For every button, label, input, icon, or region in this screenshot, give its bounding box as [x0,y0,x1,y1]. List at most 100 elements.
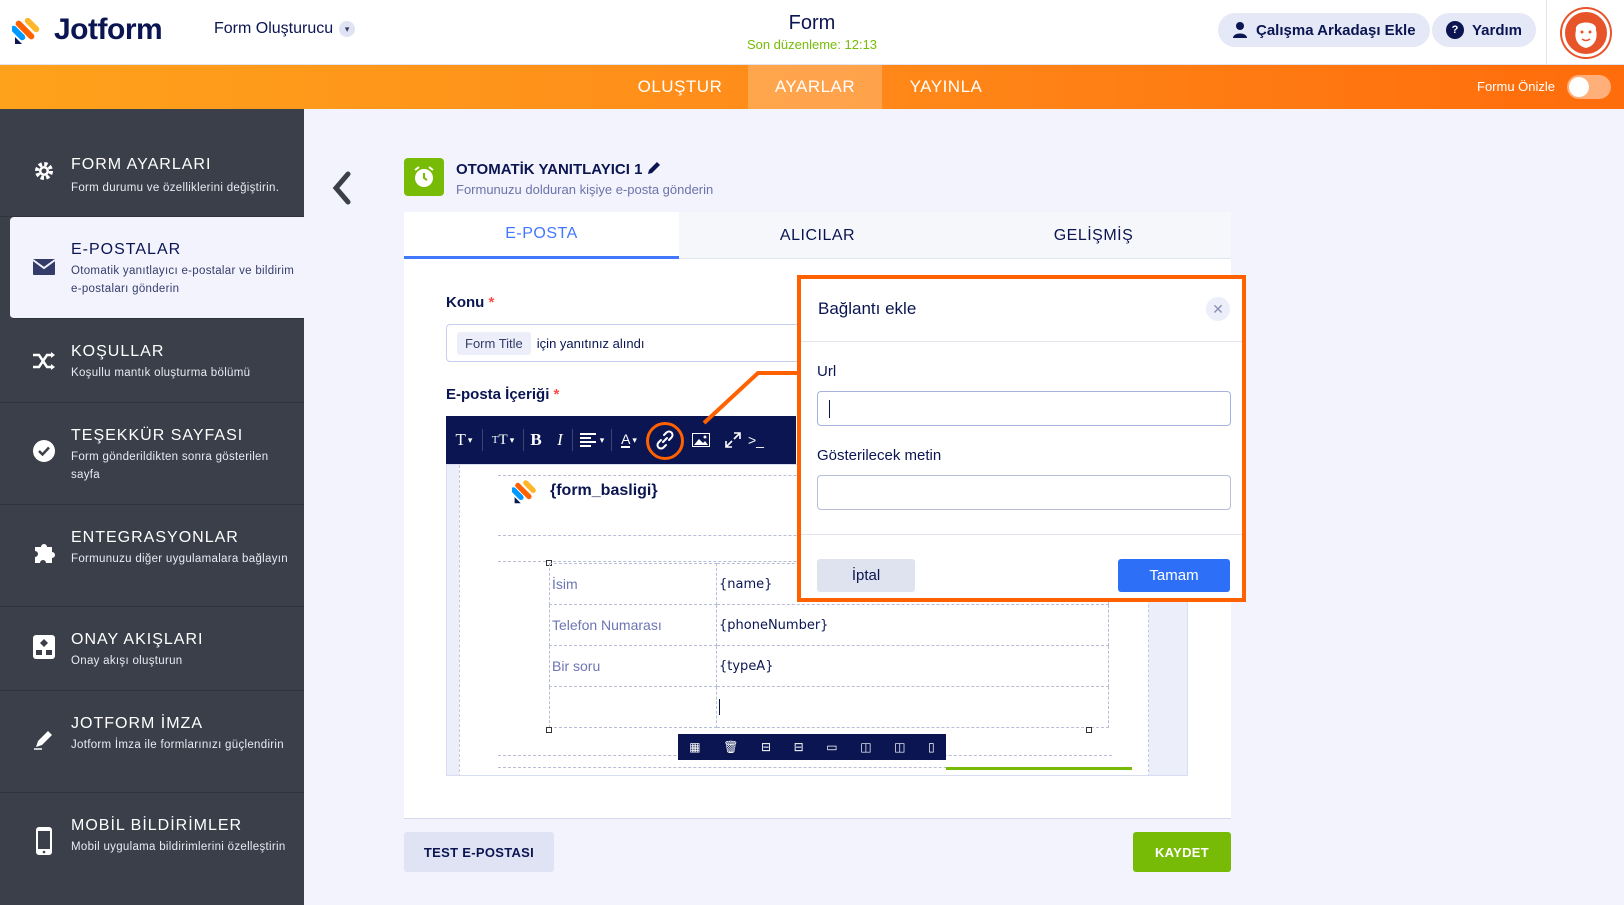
field-value: {typeA} [716,645,1109,687]
required-mark: * [488,294,495,311]
nav-tab-create[interactable]: OLUŞTUR [622,65,738,109]
jotform-logo-icon [12,17,40,44]
sidebar-item-emails[interactable]: E-POSTALAR Otomatik yanıtlayıcı e-postal… [10,217,304,319]
gear-icon [30,157,58,185]
sidebar-item-title: ONAY AKIŞLARI [71,631,204,648]
cancel-button[interactable]: İptal [817,559,915,592]
resize-handle[interactable] [1086,727,1092,733]
sidebar-item-desc: Koşullu mantık oluşturma bölümü [71,367,251,379]
divider [404,818,1231,819]
subject-label: Konu * [446,294,494,311]
bold-icon[interactable]: B [524,416,548,464]
sidebar-item-desc: Form durumu ve özelliklerini değiştirin. [71,182,280,194]
rule-title[interactable]: OTOMATİK YANITLAYICI 1 [456,161,661,178]
trash-icon[interactable]: 🗑 [723,740,738,754]
insert-row-above-icon[interactable]: ⊟ [761,740,771,754]
puzzle-icon [30,539,58,567]
top-bar: Jotform Form Oluşturucu ▾ Form Son düzen… [0,0,1624,65]
source-code-icon[interactable]: >_ [748,416,770,464]
tab-advanced[interactable]: GELİŞMİŞ [956,212,1231,259]
dialog-title: Bağlantı ekle [818,299,917,318]
envelope-icon [30,253,58,281]
sidebar-item-title: KOŞULLAR [71,343,165,360]
help-button[interactable]: ? Yardım [1432,13,1537,47]
editor-toolbar: T ▾ T T ▾ B I ▾ A ▾ >_ [446,416,796,464]
jotform-logo[interactable]: Jotform [12,13,163,47]
display-text-label: Gösterilecek metin [817,447,942,464]
delete-row-icon[interactable]: ▭ [826,740,837,754]
rule-subtitle: Formunuzu dolduran kişiye e-posta gönder… [456,182,714,197]
test-email-button[interactable]: TEST E-POSTASI [404,832,554,872]
ok-button[interactable]: Tamam [1118,559,1230,592]
form-title-tag[interactable]: Form Title [457,331,531,355]
url-label: Url [817,363,837,380]
resize-handle[interactable] [546,727,552,733]
sidebar-item-approval-flows[interactable]: ONAY AKIŞLARI Onay akışı oluşturun [0,607,304,691]
sidebar-item-title: TEŞEKKÜR SAYFASI [71,427,244,444]
settings-sidebar: FORM AYARLARI Form durumu ve özellikleri… [0,109,304,905]
sidebar-item-mobile-notifications[interactable]: MOBİL BİLDİRİMLER Mobil uygulama bildiri… [0,793,304,905]
preview-toggle[interactable] [1567,75,1611,99]
link-highlight-ring [646,422,684,460]
subject-text: için yanıtınız alındı [536,335,645,351]
insert-column-left-icon[interactable]: ◫ [860,740,871,754]
avatar[interactable] [1561,8,1610,57]
invite-collaborator-button[interactable]: Çalışma Arkadaşı Ekle [1218,13,1430,47]
insert-column-right-icon[interactable]: ◫ [894,740,905,754]
check-circle-icon [30,437,58,465]
subject-input[interactable]: Form Title için yanıtınız alındı [446,324,806,362]
logo-text: Jotform [54,13,163,46]
display-text-input[interactable] [817,475,1231,510]
jotform-logo-icon [512,480,536,504]
font-family-icon[interactable]: T ▾ [446,416,482,464]
user-avatar-icon [1574,22,1597,48]
field-label [549,686,717,728]
add-link-dialog: Bağlantı ekle ✕ Url Gösterilecek metin İ… [797,275,1246,602]
sidebar-item-jotform-sign[interactable]: JOTFORM İMZA Jotform İmza ile formlarını… [0,691,304,793]
sidebar-item-desc: Onay akışı oluşturun [71,655,183,667]
nav-tab-settings[interactable]: AYARLAR [748,65,882,109]
help-label: Yardım [1472,21,1523,39]
url-input[interactable] [817,391,1231,426]
fullscreen-icon[interactable] [718,416,748,464]
pencil-icon[interactable] [647,161,661,175]
dialog-header: Bağlantı ekle ✕ [801,279,1242,342]
sidebar-item-desc: Mobil uygulama bildirimlerini özelleştir… [71,841,286,853]
sidebar-item-title: FORM AYARLARI [71,156,212,173]
sidebar-item-thank-you[interactable]: TEŞEKKÜR SAYFASI Form gönderildikten son… [0,403,304,505]
form-heading-text: {form_basligi} [550,482,658,499]
delete-column-icon[interactable]: ▯ [928,740,935,754]
question-icon: ? [1446,21,1464,39]
builder-dropdown[interactable]: Form Oluşturucu ▾ [214,20,356,38]
email-form-heading: {form_basligi} [512,477,658,505]
sidebar-item-title: MOBİL BİLDİRİMLER [71,817,243,834]
sidebar-item-title: ENTEGRASYONLAR [71,529,239,546]
form-title[interactable]: Form [712,12,912,35]
italic-icon[interactable]: I [548,416,572,464]
close-icon[interactable]: ✕ [1206,297,1230,321]
divider [801,534,1242,535]
phone-icon [30,827,58,855]
nav-tab-publish[interactable]: YAYINLA [886,65,1006,109]
table-row [549,686,1109,728]
sidebar-item-form-settings[interactable]: FORM AYARLARI Form durumu ve özellikleri… [0,109,304,217]
tab-email[interactable]: E-POSTA [404,212,679,259]
sidebar-item-title: JOTFORM İMZA [71,715,203,732]
back-arrow-icon[interactable] [328,170,358,206]
main-nav: OLUŞTUR AYARLAR YAYINLA Formu Önizle [0,65,1624,109]
sidebar-item-integrations[interactable]: ENTEGRASYONLAR Formunuzu diğer uygulamal… [0,505,304,607]
sidebar-item-conditions[interactable]: KOŞULLAR Koşullu mantık oluşturma bölümü [0,319,304,403]
text-color-icon[interactable]: A ▾ [612,416,646,464]
save-button[interactable]: KAYDET [1133,832,1231,872]
insert-row-below-icon[interactable]: ⊟ [794,740,804,754]
align-icon[interactable]: ▾ [573,416,611,464]
preview-label: Formu Önizle [1477,79,1556,94]
invite-collaborator-label: Çalışma Arkadaşı Ekle [1256,21,1416,39]
tab-recipients[interactable]: ALICILAR [680,212,955,259]
font-size-icon[interactable]: T T ▾ [483,416,523,464]
field-value: {phoneNumber} [716,604,1109,646]
table-icon[interactable]: ▦ [689,740,700,754]
toggle-knob [1569,77,1589,97]
insert-link-button[interactable] [646,416,684,464]
image-icon[interactable] [684,416,718,464]
